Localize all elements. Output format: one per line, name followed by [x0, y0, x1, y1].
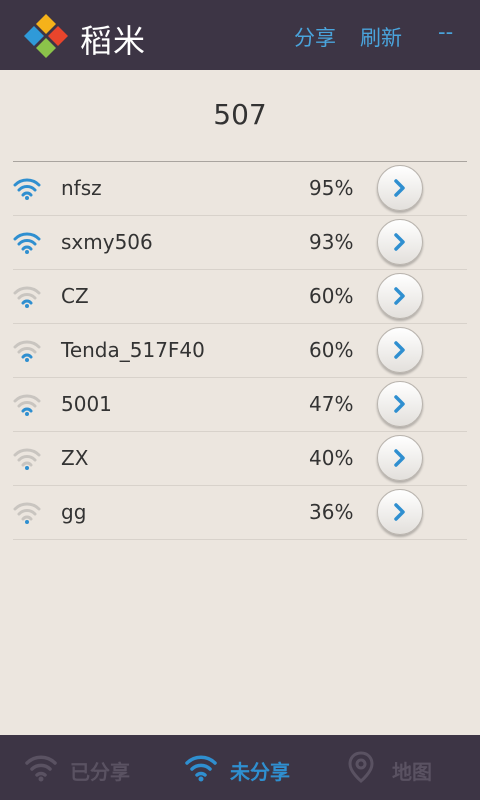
tab-shared-label: 已分享: [70, 760, 130, 784]
chevron-right-icon: [394, 179, 405, 197]
network-detail-button[interactable]: [377, 165, 423, 211]
network-detail-button[interactable]: [377, 219, 423, 265]
more-button[interactable]: --: [438, 20, 453, 44]
chevron-right-icon: [394, 395, 405, 413]
wifi-signal-icon: [13, 340, 41, 362]
bottom-tab-bar: 已分享 未分享 地图: [0, 735, 480, 800]
network-row[interactable]: Tenda_517F40 60%: [13, 324, 467, 378]
network-row[interactable]: 5001 47%: [13, 378, 467, 432]
chevron-right-icon: [394, 503, 405, 521]
network-ssid: Tenda_517F40: [61, 338, 205, 362]
tab-unshared[interactable]: 未分享: [184, 735, 314, 800]
wifi-signal-icon: [185, 755, 217, 782]
tab-unshared-label: 未分享: [230, 760, 290, 784]
network-row[interactable]: ZX 40%: [13, 432, 467, 486]
chevron-right-icon: [394, 449, 405, 467]
wifi-signal-icon: [25, 755, 57, 782]
network-ssid: CZ: [61, 284, 89, 308]
wifi-signal-icon: [13, 286, 41, 308]
chevron-right-icon: [394, 233, 405, 251]
signal-strength: 93%: [309, 230, 354, 254]
network-ssid: 5001: [61, 392, 112, 416]
chevron-right-icon: [394, 341, 405, 359]
tab-map-label: 地图: [392, 760, 432, 784]
network-detail-button[interactable]: [377, 273, 423, 319]
network-ssid: gg: [61, 500, 87, 524]
app-header: 稻米 分享 刷新 --: [0, 0, 480, 70]
share-button[interactable]: 分享: [294, 22, 336, 52]
network-ssid: nfsz: [61, 176, 102, 200]
network-detail-button[interactable]: [377, 435, 423, 481]
tab-map[interactable]: 地图: [348, 735, 458, 800]
signal-strength: 60%: [309, 284, 354, 308]
network-ssid: sxmy506: [61, 230, 153, 254]
daomi-logo-icon: [24, 14, 68, 58]
wifi-signal-icon: [13, 232, 41, 254]
refresh-button[interactable]: 刷新: [360, 22, 402, 52]
network-list: nfsz 95% sxmy506 93% CZ 60% Tenda_517F40 60% 500…: [13, 161, 467, 540]
network-detail-button[interactable]: [377, 489, 423, 535]
wifi-signal-icon: [13, 394, 41, 416]
app-title: 稻米: [80, 22, 147, 60]
signal-strength: 95%: [309, 176, 354, 200]
wifi-signal-icon: [13, 178, 41, 200]
signal-strength: 36%: [309, 500, 354, 524]
signal-strength: 40%: [309, 446, 354, 470]
network-row[interactable]: nfsz 95%: [13, 162, 467, 216]
map-pin-icon: [348, 751, 374, 783]
tab-shared[interactable]: 已分享: [24, 735, 154, 800]
network-row[interactable]: gg 36%: [13, 486, 467, 540]
network-row[interactable]: CZ 60%: [13, 270, 467, 324]
signal-strength: 60%: [309, 338, 354, 362]
group-title: 507: [213, 98, 267, 131]
network-ssid: ZX: [61, 446, 89, 470]
network-detail-button[interactable]: [377, 381, 423, 427]
chevron-right-icon: [394, 287, 405, 305]
network-row[interactable]: sxmy506 93%: [13, 216, 467, 270]
wifi-signal-icon: [13, 502, 41, 524]
signal-strength: 47%: [309, 392, 354, 416]
wifi-signal-icon: [13, 448, 41, 470]
network-detail-button[interactable]: [377, 327, 423, 373]
